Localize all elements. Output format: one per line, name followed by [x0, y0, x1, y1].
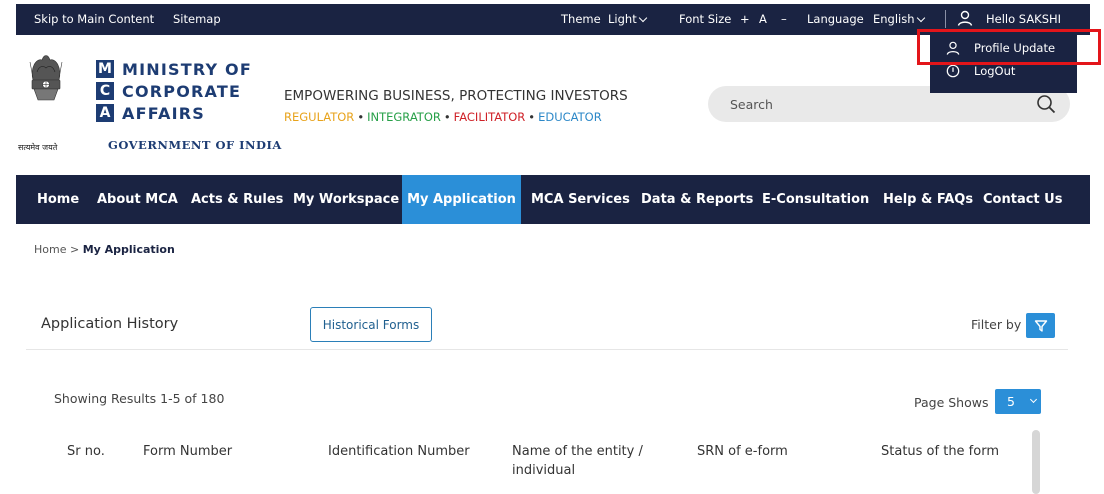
nav-help-faqs[interactable]: Help & FAQs [883, 175, 973, 224]
highlight-box [917, 29, 1101, 65]
scrollbar[interactable] [1032, 430, 1040, 494]
breadcrumb-current: My Application [82, 243, 175, 256]
chevron-down-icon [638, 13, 647, 23]
column-header-identification-number: Identification Number [328, 444, 470, 459]
national-emblem-logo [24, 50, 68, 150]
logo-word-affairs: AFFAIRS [122, 103, 205, 123]
language-select[interactable]: English [873, 12, 925, 26]
historical-forms-button[interactable]: Historical Forms [310, 307, 432, 342]
sitemap-link[interactable]: Sitemap [173, 12, 221, 26]
results-count: Showing Results 1-5 of 180 [54, 391, 225, 406]
power-icon [946, 64, 960, 78]
column-header-srn: SRN of e-form [697, 444, 788, 459]
breadcrumb-separator: > [69, 243, 80, 256]
logo-word-corporate: CORPORATE [122, 81, 242, 101]
font-reset-button[interactable]: A [759, 12, 767, 26]
filter-icon [1034, 319, 1047, 332]
nav-my-workspace[interactable]: My Workspace [293, 175, 399, 224]
logout-label: LogOut [974, 64, 1016, 78]
column-header-form-number: Form Number [143, 444, 233, 459]
nav-about-mca[interactable]: About MCA [97, 175, 178, 224]
user-icon[interactable] [957, 10, 973, 29]
logout-item[interactable]: LogOut [946, 64, 1015, 78]
section-title: Application History [41, 316, 179, 332]
search-icon[interactable] [1036, 94, 1056, 118]
logo-word-ministry: MINISTRY OF [122, 59, 252, 79]
main-nav: Home About MCA Acts & Rules My Workspace… [16, 175, 1090, 224]
theme-value: Light [608, 12, 637, 26]
theme-select[interactable]: Light [608, 12, 647, 26]
chevron-down-icon [916, 13, 925, 23]
user-greeting[interactable]: Hello SAKSHI [986, 12, 1061, 26]
font-size-label: Font Size [679, 12, 732, 26]
divider [945, 10, 946, 28]
page-size-value: 5 [1007, 394, 1015, 409]
tag-educator: EDUCATOR [538, 110, 602, 124]
search-placeholder: Search [730, 97, 773, 112]
tag-integrator: INTEGRATOR [367, 110, 441, 124]
government-of-india-text: GOVERNMENT OF INDIA [108, 138, 282, 152]
page-size-select[interactable]: 5 [995, 389, 1041, 414]
filter-label: Filter by [971, 317, 1022, 332]
column-header-sr-no: Sr no. [67, 444, 105, 459]
font-increase-button[interactable]: + [740, 12, 750, 26]
tagline: EMPOWERING BUSINESS, PROTECTING INVESTOR… [284, 88, 628, 104]
logo-letter-c: C [96, 82, 114, 100]
font-decrease-button[interactable]: – [781, 12, 787, 26]
emblem-caption: सत्यमेव जयते [18, 143, 58, 152]
nav-home[interactable]: Home [37, 175, 79, 224]
tag-regulator: REGULATOR [284, 110, 355, 124]
nav-my-application[interactable]: My Application [402, 175, 521, 224]
chevron-down-icon [1029, 395, 1038, 404]
mca-logo[interactable]: M MINISTRY OF C CORPORATE A AFFAIRS [96, 58, 252, 124]
theme-label: Theme [561, 12, 601, 26]
breadcrumb: Home > My Application [34, 243, 175, 256]
tag-facilitator: FACILITATOR [453, 110, 526, 124]
nav-e-consultation[interactable]: E-Consultation [762, 175, 869, 224]
column-header-status: Status of the form [881, 444, 999, 459]
filter-button[interactable] [1026, 313, 1055, 338]
logo-letter-a: A [96, 104, 114, 122]
language-label: Language [807, 12, 864, 26]
sub-tagline: REGULATOR • INTEGRATOR • FACILITATOR • EDUCATO… [284, 110, 602, 124]
language-value: English [873, 12, 915, 26]
nav-acts-rules[interactable]: Acts & Rules [191, 175, 283, 224]
nav-contact-us[interactable]: Contact Us [983, 175, 1062, 224]
nav-mca-services[interactable]: MCA Services [531, 175, 630, 224]
breadcrumb-home[interactable]: Home [34, 243, 66, 256]
column-header-entity-name: Name of the entity / individual [512, 444, 643, 478]
divider [26, 349, 1068, 350]
logo-letter-m: M [96, 60, 114, 78]
page-shows-label: Page Shows [914, 395, 989, 410]
nav-data-reports[interactable]: Data & Reports [641, 175, 753, 224]
skip-to-main-link[interactable]: Skip to Main Content [34, 12, 154, 26]
